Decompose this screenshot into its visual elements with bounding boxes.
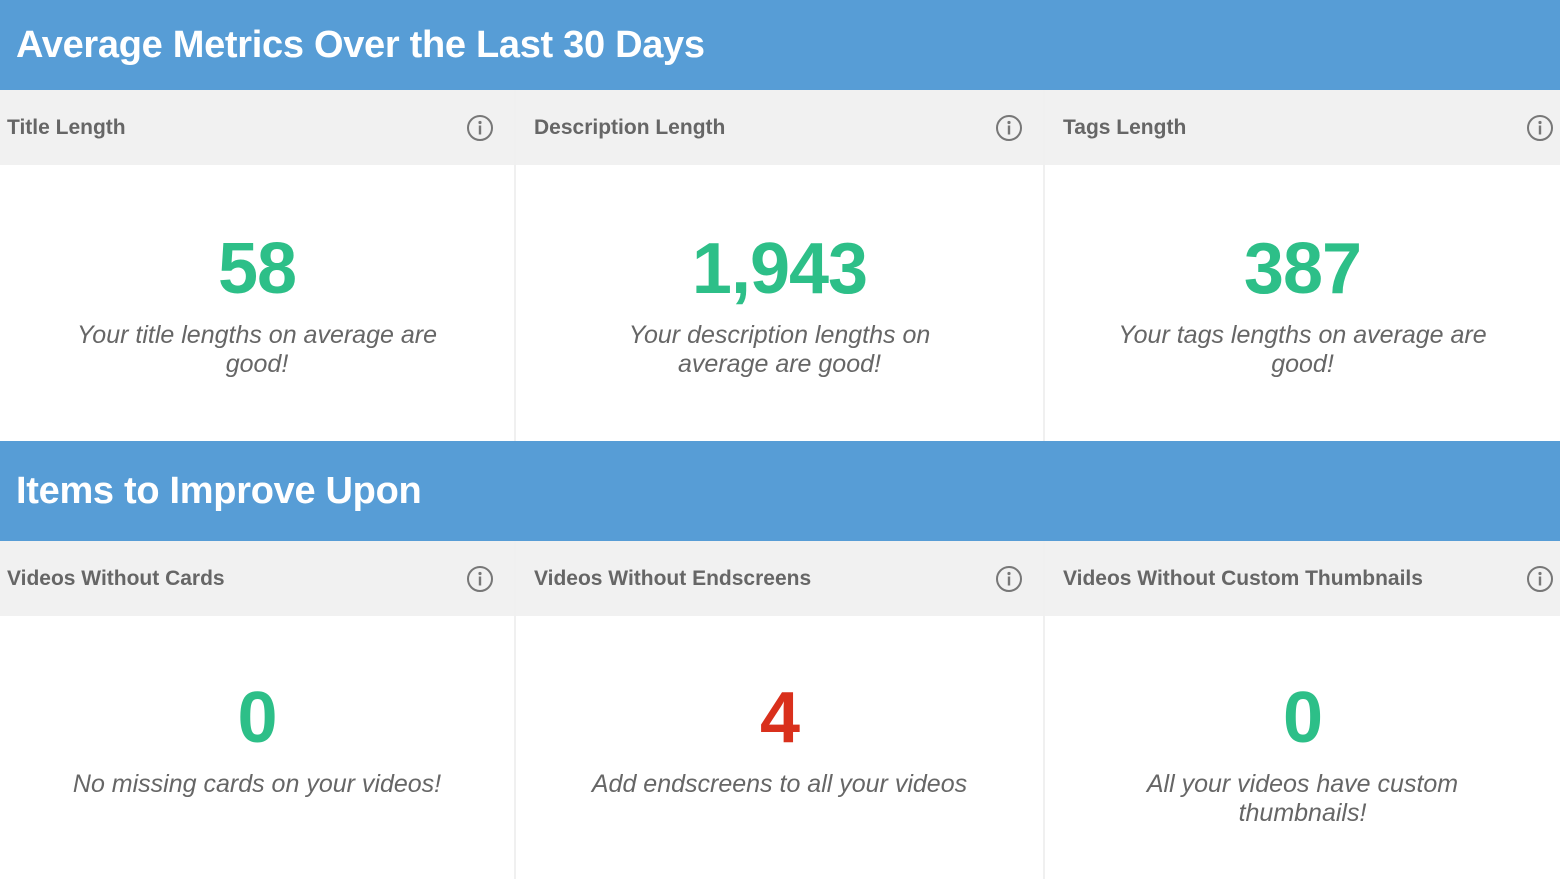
metric-value: 4 [759,678,800,758]
metric-value: 387 [1243,229,1362,309]
card-body: 58 Your title lengths on average are goo… [0,165,514,441]
section-title-average-metrics: Average Metrics Over the Last 30 Days [0,0,1560,90]
metric-value: 1,943 [691,229,868,309]
card-body: 387 Your tags lengths on average are goo… [1045,165,1560,441]
description-length-card: Description Length 1,943 Your descriptio… [516,90,1045,441]
title-length-card: Title Length 58 Your title lengths on av… [0,90,516,441]
section-title-items-to-improve: Items to Improve Upon [0,441,1560,541]
card-header: Description Length [516,90,1043,165]
card-body: 1,943 Your description lengths on averag… [516,165,1043,441]
videos-without-thumbnails-card: Videos Without Custom Thumbnails 0 All y… [1045,541,1560,879]
card-header: Tags Length [1045,90,1560,165]
metric-message: No missing cards on your videos! [72,770,442,798]
info-circle-icon[interactable] [995,565,1023,593]
metric-message: Your description lengths on average are … [628,321,931,378]
card-body: 0 No missing cards on your videos! [0,616,514,879]
metric-message: Your title lengths on average are good! [77,321,437,378]
card-body: 4 Add endscreens to all your videos [516,616,1043,879]
card-label: Title Length [7,115,126,139]
card-body: 0 All your videos have custom thumbnails… [1045,616,1560,879]
info-circle-icon[interactable] [1526,114,1554,142]
info-circle-icon[interactable] [1526,565,1554,593]
metric-value: 0 [237,678,277,758]
metric-message: All your videos have custom thumbnails! [1146,770,1459,827]
metric-message: Your tags lengths on average are good! [1118,321,1487,378]
card-header: Videos Without Custom Thumbnails [1045,541,1560,616]
improve-row: Videos Without Cards 0 No missing cards … [0,541,1560,879]
metric-value: 0 [1282,678,1323,758]
metrics-row: Title Length 58 Your title lengths on av… [0,90,1560,441]
tags-length-card: Tags Length 387 Your tags lengths on ave… [1045,90,1560,441]
videos-without-endscreens-card: Videos Without Endscreens 4 Add endscree… [516,541,1045,879]
card-label: Tags Length [1063,115,1187,139]
info-circle-icon[interactable] [995,114,1023,142]
card-label: Description Length [534,115,726,139]
metric-value: 58 [217,229,297,309]
videos-without-cards-card: Videos Without Cards 0 No missing cards … [0,541,516,879]
info-circle-icon[interactable] [466,565,494,593]
card-header: Title Length [0,90,514,165]
metric-message: Add endscreens to all your videos [591,770,968,798]
info-circle-icon[interactable] [466,114,494,142]
card-label: Videos Without Custom Thumbnails [1063,566,1423,590]
card-header: Videos Without Endscreens [516,541,1043,616]
card-label: Videos Without Endscreens [534,566,812,590]
card-label: Videos Without Cards [7,566,225,590]
card-header: Videos Without Cards [0,541,514,616]
